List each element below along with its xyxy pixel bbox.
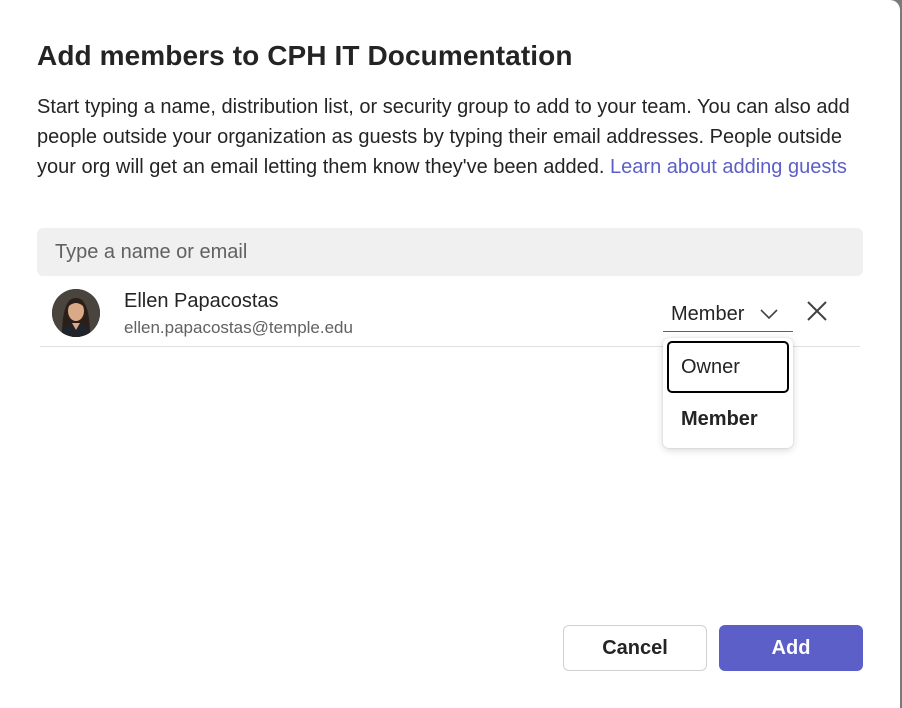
role-option-member[interactable]: Member xyxy=(667,393,789,445)
cancel-button[interactable]: Cancel xyxy=(563,625,707,671)
search-placeholder: Type a name or email xyxy=(55,240,248,263)
member-email: ellen.papacostas@temple.edu xyxy=(124,318,353,337)
role-option-owner[interactable]: Owner xyxy=(667,341,789,393)
add-members-dialog: Add members to CPH IT Documentation Star… xyxy=(0,0,900,708)
member-row: Ellen Papacostas ellen.papacostas@temple… xyxy=(40,280,860,347)
user-avatar-photo xyxy=(52,289,100,337)
dialog-title: Add members to CPH IT Documentation xyxy=(37,40,573,71)
role-dropdown-menu: Owner Member xyxy=(663,338,793,448)
role-select[interactable]: Member xyxy=(663,298,793,332)
chevron-down-icon xyxy=(760,309,778,320)
learn-about-guests-link[interactable]: Learn about adding guests xyxy=(610,156,847,178)
close-icon[interactable] xyxy=(804,298,830,324)
dialog-description: Start typing a name, distribution list, … xyxy=(37,92,857,182)
search-input[interactable]: Type a name or email xyxy=(37,228,863,276)
member-name: Ellen Papacostas xyxy=(124,290,279,312)
role-select-value: Member xyxy=(671,303,745,325)
add-button[interactable]: Add xyxy=(719,625,863,671)
